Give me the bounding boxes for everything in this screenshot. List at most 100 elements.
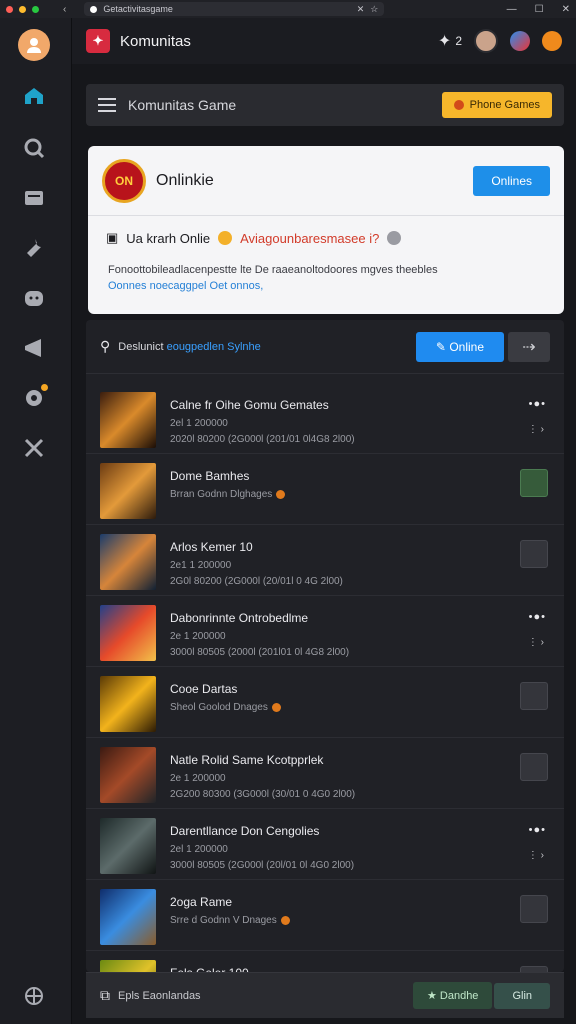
person-icon <box>27 38 41 53</box>
game-title[interactable]: Dabonrinnte Ontrobedlme <box>170 611 308 625</box>
select-checkbox[interactable] <box>520 753 548 781</box>
game-stats: 3000l 80505 (2G000l (20l/01 0l 4G0 2l00) <box>170 860 355 871</box>
user-avatar[interactable] <box>18 29 50 61</box>
game-thumbnail[interactable] <box>100 818 156 874</box>
app-logo: ✦ <box>86 29 110 53</box>
browser-tab[interactable]: Getactivitasgame ✕ ☆ <box>84 2 385 16</box>
badge-icon <box>271 702 281 712</box>
profile-avatar[interactable] <box>474 29 498 53</box>
game-subtitle: 2e 1 200000 <box>170 773 226 784</box>
profile-card: ON Onlinkie Onlines ▣ Ua krarh Onlie Avi… <box>88 146 564 314</box>
sidebar-item-messages[interactable] <box>20 184 48 212</box>
game-list-item[interactable]: Cooe Dartas Sheol Goolod Dnages <box>86 668 564 738</box>
sidebar-item-announce[interactable] <box>20 334 48 362</box>
game-thumbnail[interactable] <box>100 889 156 945</box>
sidebar-item-tools-2[interactable] <box>20 434 48 462</box>
game-thumbnail[interactable] <box>100 960 156 972</box>
sidebar <box>0 18 72 1024</box>
list-search-bar: ⚲ Deslunict eougpedlen Sylnhe ✎ Online ⇢ <box>86 320 564 374</box>
bookmark-star-icon[interactable]: ☆ <box>370 4 378 15</box>
game-thumbnail[interactable] <box>100 392 156 448</box>
grid-icon <box>25 987 43 1005</box>
window-close-icon[interactable]: ✕ <box>562 4 570 15</box>
bird-icon[interactable] <box>510 31 530 51</box>
chevron-down-icon[interactable] <box>387 231 402 245</box>
megaphone-icon <box>25 339 41 357</box>
play-square-icon[interactable]: ⧉ <box>100 987 110 1004</box>
bottom-action-button[interactable]: ★ Dandhe <box>412 982 493 1009</box>
select-checkbox[interactable] <box>520 895 548 923</box>
game-subtitle: 2e1 1 200000 <box>170 560 232 571</box>
game-stats: 3000l 80505 (2000l (201l01 0l 4G8 2l00) <box>170 647 350 658</box>
game-list-item[interactable]: Natle Rolid Same Kcotpprlek 2e 1 200000 … <box>86 739 564 809</box>
game-thumbnail[interactable] <box>100 463 156 519</box>
maximize-window-dot[interactable] <box>32 5 39 13</box>
phone-games-button[interactable]: Phone Games <box>441 92 552 118</box>
game-title[interactable]: Darentllance Don Cengolies <box>170 824 319 838</box>
window-maximize-icon[interactable]: ☐ <box>535 4 544 15</box>
game-thumbnail[interactable] <box>100 605 156 661</box>
close-window-dot[interactable] <box>6 5 13 13</box>
sidebar-item-home[interactable] <box>20 82 48 110</box>
game-list-item[interactable]: 2oga Rame Srre d Godnn V Dnages <box>86 881 564 951</box>
sort-icon[interactable]: ⋮ › <box>528 424 544 435</box>
menu-icon[interactable] <box>98 98 116 112</box>
coin-icon[interactable] <box>542 31 562 51</box>
sparkle-icon[interactable]: ✦ <box>438 31 451 51</box>
search-label: Deslunict eougpedlen Sylnhe <box>118 340 261 353</box>
bottom-label: Epls Eaonlandas <box>118 989 201 1002</box>
back-arrow-icon[interactable]: ‹ <box>63 4 66 15</box>
game-list-item[interactable]: Dome Bamhes Brran Godnn Dlghages <box>86 455 564 525</box>
game-subtitle: 2el 1 200000 <box>170 418 228 429</box>
app-topbar: ✦ Komunitas ✦ 2 <box>72 18 576 64</box>
game-thumbnail[interactable] <box>100 747 156 803</box>
sidebar-item-games[interactable] <box>20 284 48 312</box>
expand-icon[interactable]: ⇢ <box>508 331 550 362</box>
browser-bar: ‹ Getactivitasgame ✕ ☆ — ☐ ✕ <box>0 0 576 18</box>
app-title: Komunitas <box>120 32 191 50</box>
sort-icon[interactable]: ⋮ › <box>528 637 544 648</box>
game-list-item[interactable]: Calne fr Oihe Gomu Gemates 2el 1 200000 … <box>86 384 564 454</box>
game-list-item[interactable]: Darentllance Don Cengolies 2el 1 200000 … <box>86 810 564 880</box>
select-checkbox[interactable] <box>520 682 548 710</box>
sidebar-item-apps[interactable] <box>20 982 48 1010</box>
bottom-secondary-button[interactable]: Glin <box>494 982 550 1009</box>
badge-icon <box>276 489 286 499</box>
game-title[interactable]: Natle Rolid Same Kcotpprlek <box>170 753 323 767</box>
more-options-icon[interactable]: •●• <box>529 824 546 836</box>
more-options-icon[interactable]: •●• <box>529 398 546 410</box>
window-minimize-icon[interactable]: — <box>507 4 517 15</box>
select-checkbox[interactable] <box>520 540 548 568</box>
sidebar-item-tools[interactable] <box>20 234 48 262</box>
meta-red-text[interactable]: Aviagounbaresmasee i? <box>240 231 379 246</box>
sidebar-item-settings[interactable] <box>20 384 48 412</box>
browser-tab-title: Getactivitasgame <box>103 4 173 14</box>
wrench-icon <box>27 239 41 257</box>
game-stats: 2G0l 80200 (2G000l (20/01l 0 4G 2l00) <box>170 576 343 587</box>
game-title[interactable]: Calne fr Oihe Gomu Gemates <box>170 398 329 412</box>
profile-description-link[interactable]: Oonnes noecaggpel Oet onnos, <box>108 278 544 294</box>
meta-text: Ua krarh Onlie <box>126 230 211 246</box>
game-subtitle: Srre d Godnn V Dnages <box>170 915 290 926</box>
game-thumbnail[interactable] <box>100 676 156 732</box>
select-checkbox[interactable] <box>520 469 548 497</box>
profile-description: Fonoottobileadlacenpestte lte De raaeano… <box>108 264 438 276</box>
tab-close-icon[interactable]: ✕ <box>357 4 365 15</box>
minimize-window-dot[interactable] <box>19 5 26 13</box>
game-title[interactable]: Dome Bamhes <box>170 469 249 483</box>
filter-online-button[interactable]: ✎ Online <box>415 331 504 362</box>
game-list-item[interactable]: Fels Geler 100 <box>86 952 564 972</box>
search-icon[interactable]: ⚲ <box>100 338 110 355</box>
online-status-button[interactable]: Onlines <box>473 165 550 196</box>
sidebar-item-search[interactable] <box>20 134 48 162</box>
game-subtitle: Brran Godnn Dlghages <box>170 489 286 500</box>
game-thumbnail[interactable] <box>100 534 156 590</box>
home-icon <box>25 88 43 104</box>
game-title[interactable]: 2oga Rame <box>170 895 232 909</box>
more-options-icon[interactable]: •●• <box>529 611 546 623</box>
game-list-item[interactable]: Dabonrinnte Ontrobedlme 2e 1 200000 3000… <box>86 597 564 667</box>
game-title[interactable]: Arlos Kemer 10 <box>170 540 253 554</box>
game-title[interactable]: Cooe Dartas <box>170 682 237 696</box>
sort-icon[interactable]: ⋮ › <box>528 850 544 861</box>
game-list-item[interactable]: Arlos Kemer 10 2e1 1 200000 2G0l 80200 (… <box>86 526 564 596</box>
